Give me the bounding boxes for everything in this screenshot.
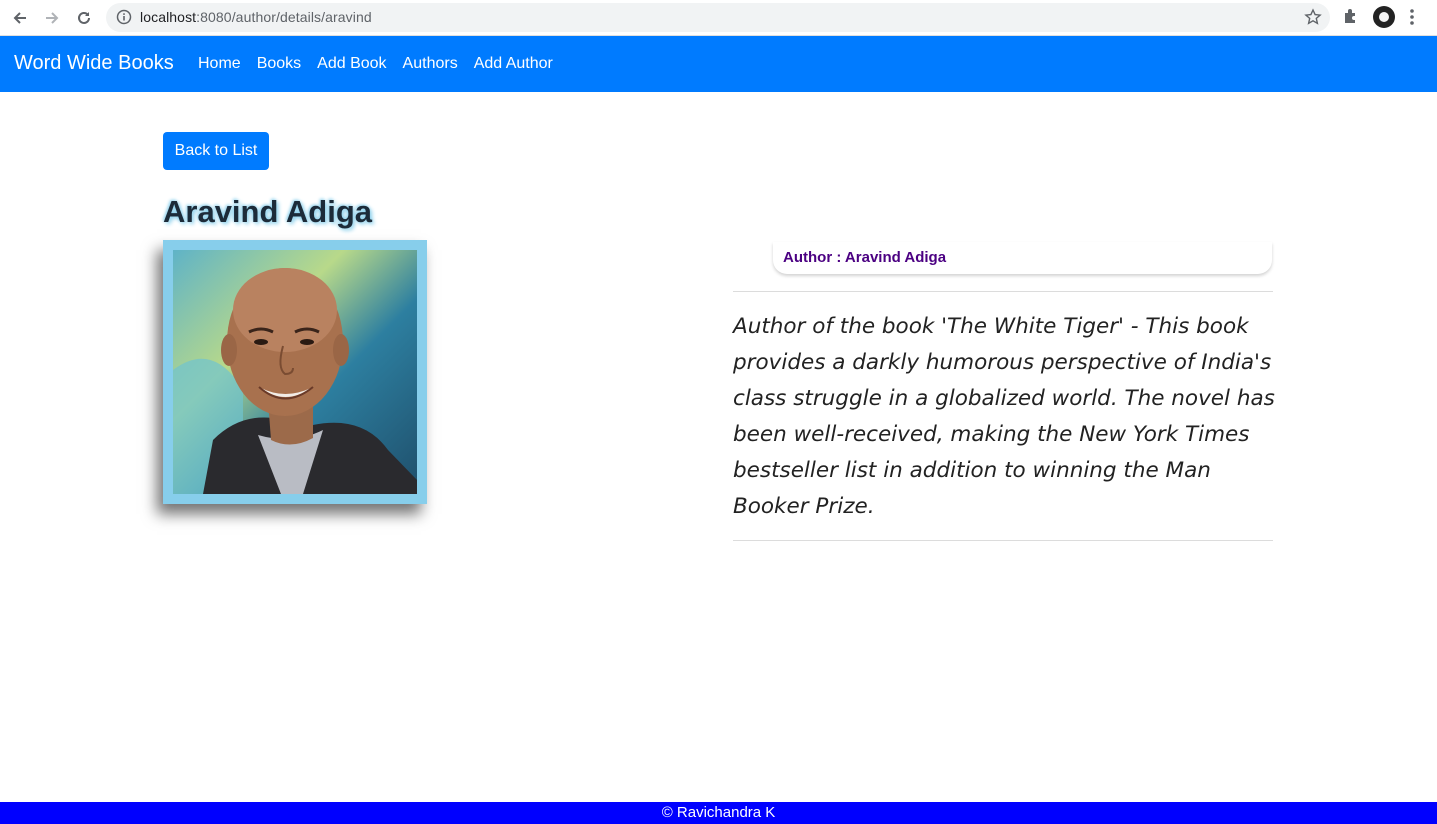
profile-avatar[interactable] — [1373, 6, 1395, 28]
extensions-icon[interactable] — [1342, 7, 1360, 30]
menu-dots-icon[interactable] — [1409, 8, 1415, 31]
author-card-label: Author : Aravind Adiga — [783, 249, 947, 266]
divider — [733, 291, 1273, 292]
info-icon[interactable] — [116, 9, 132, 30]
nav-add-author[interactable]: Add Author — [466, 55, 561, 73]
author-card: Author : Aravind Adiga — [773, 242, 1272, 274]
footer: © Ravichandra K — [0, 802, 1437, 824]
author-photo — [173, 250, 417, 494]
main-navbar: Word Wide Books Home Books Add Book Auth… — [0, 36, 1437, 92]
star-icon[interactable] — [1304, 8, 1322, 31]
back-arrow-icon[interactable] — [8, 6, 32, 30]
address-bar[interactable]: localhost:8080/author/details/aravind — [106, 3, 1330, 32]
reload-icon[interactable] — [72, 6, 96, 30]
nav-authors[interactable]: Authors — [395, 55, 466, 73]
author-bio: Author of the book 'The White Tiger' - T… — [733, 314, 1275, 519]
forward-arrow-icon[interactable] — [40, 6, 64, 30]
back-to-list-button[interactable]: Back to List — [163, 132, 269, 170]
nav-links: Home Books Add Book Authors Add Author — [190, 55, 561, 73]
brand-link[interactable]: Word Wide Books — [14, 52, 174, 75]
nav-home[interactable]: Home — [190, 55, 249, 73]
author-photo-frame — [163, 240, 427, 504]
browser-toolbar: localhost:8080/author/details/aravind — [0, 0, 1437, 36]
nav-add-book[interactable]: Add Book — [309, 55, 394, 73]
author-name-heading: Aravind Adiga — [163, 194, 372, 229]
url-text: localhost:8080/author/details/aravind — [140, 9, 372, 25]
nav-books[interactable]: Books — [249, 55, 309, 73]
divider — [733, 540, 1273, 541]
